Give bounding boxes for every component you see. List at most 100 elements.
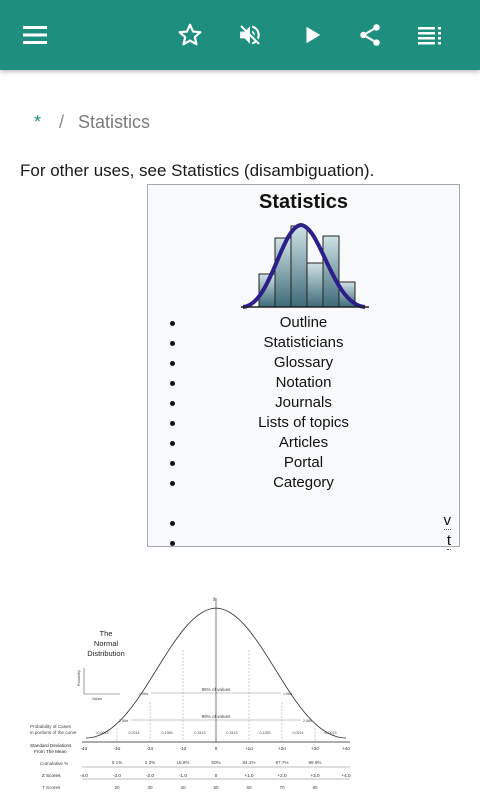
t-score: 30 — [147, 785, 153, 790]
play-button[interactable] — [294, 17, 330, 53]
pct99-label: 99% of values — [202, 714, 232, 719]
case-value: 0.1359 — [260, 731, 271, 735]
share-icon — [357, 22, 383, 48]
normal-distribution-figure: The Normal Distribution Probability Valu… — [30, 597, 351, 790]
list-item[interactable]: Articles — [148, 433, 459, 453]
mean-symbol: x̄ — [213, 597, 216, 603]
vte-talk-link[interactable]: t — [446, 532, 451, 550]
breadcrumb-home[interactable]: * — [34, 112, 41, 132]
infobox-item-lists-of-topics[interactable]: Lists of topics — [258, 414, 349, 431]
app-toolbar — [0, 0, 480, 70]
pct95-label: 95% of values — [202, 687, 232, 692]
cumulative-value: 99.9% — [308, 760, 321, 765]
t-score: 20 — [114, 785, 120, 790]
figure-title-line3: Distribution — [87, 649, 125, 658]
list-item[interactable]: Lists of topics — [148, 413, 459, 433]
sd-tick: -1σ — [180, 746, 187, 751]
cases-label-2: in portions of the curve — [30, 730, 77, 735]
hamburger-menu-icon — [22, 25, 48, 45]
case-value: 0.1359 — [162, 731, 173, 735]
t-score: 60 — [246, 785, 252, 790]
list-item[interactable]: Notation — [148, 373, 459, 393]
list-item[interactable]: Journals — [148, 393, 459, 413]
figure-title-line2: Normal — [94, 639, 119, 648]
table-of-contents-icon — [417, 25, 443, 45]
cumulative-label: Cumulative % — [40, 761, 68, 766]
infobox-item-journals[interactable]: Journals — [275, 394, 332, 411]
list-item[interactable]: Statisticians — [148, 333, 459, 353]
t-scores-label: T Scores — [42, 785, 61, 790]
z-score: +2.0 — [277, 773, 287, 778]
probability-axis-label: Probability — [77, 670, 81, 686]
sd-tick: -4σ — [81, 746, 88, 751]
sd-tick: +3σ — [311, 746, 319, 751]
cumulative-value: 15.9% — [176, 760, 189, 765]
z-score: -3.0 — [113, 773, 121, 778]
star-outline-icon — [177, 22, 203, 48]
cumulative-value: 97.7% — [275, 760, 288, 765]
histogram-bell-curve-image — [241, 222, 369, 309]
t-score: 70 — [279, 785, 285, 790]
navbox-vte: v t — [148, 512, 459, 553]
list-item[interactable]: Portal — [148, 453, 459, 473]
z-score: +4.0 — [341, 773, 351, 778]
z-score: +3.0 — [310, 773, 320, 778]
sd-label-1: Standard Deviations — [30, 743, 72, 748]
sd-tick: +4σ — [342, 746, 350, 751]
list-item[interactable]: Category — [148, 473, 459, 493]
marker-258-left: 2.58σ — [119, 719, 129, 723]
sd-tick: 0 — [215, 746, 218, 751]
marker-196-left: 1.96σ — [139, 692, 149, 696]
cases-label-1: Probability of Cases — [30, 724, 72, 729]
z-score: 0 — [215, 773, 218, 778]
list-item[interactable]: Outline — [148, 313, 459, 333]
breadcrumb-current: Statistics — [78, 112, 151, 132]
z-score: -2.0 — [146, 773, 154, 778]
sd-tick: -2σ — [147, 746, 154, 751]
infobox-item-category[interactable]: Category — [273, 474, 334, 491]
infobox-item-articles[interactable]: Articles — [279, 434, 328, 451]
toc-button[interactable] — [412, 17, 448, 53]
figure-title-line1: The — [100, 629, 113, 638]
sd-tick: +2σ — [278, 746, 286, 751]
cumulative-value: 2.3% — [145, 760, 155, 765]
breadcrumb: * / Statistics — [34, 112, 150, 133]
infobox-item-statisticians[interactable]: Statisticians — [263, 334, 343, 351]
list-item[interactable]: Glossary — [148, 353, 459, 373]
case-value: 0.0214 — [293, 731, 304, 735]
infobox-item-notation[interactable]: Notation — [276, 374, 332, 391]
infobox-item-outline[interactable]: Outline — [280, 314, 328, 331]
disambiguation-hatnote[interactable]: For other uses, see Statistics (disambig… — [20, 161, 374, 181]
sd-tick: +1σ — [245, 746, 253, 751]
infobox-title: Statistics — [259, 191, 348, 213]
case-value: 0.3413 — [227, 731, 238, 735]
cumulative-value: 50% — [211, 760, 220, 765]
infobox-item-glossary[interactable]: Glossary — [274, 354, 333, 371]
case-value: <0.0013 — [95, 731, 108, 735]
marker-258-right: 2.58σ — [303, 719, 313, 723]
t-score: 80 — [312, 785, 318, 790]
favorite-button[interactable] — [172, 17, 208, 53]
t-score: 40 — [180, 785, 186, 790]
sd-label-2: From The Mean — [34, 749, 67, 754]
mute-button[interactable] — [232, 17, 268, 53]
play-icon — [301, 24, 323, 46]
infobox-list: Outline Statisticians Glossary Notation … — [148, 313, 459, 493]
marker-196-right: 1.96σ — [283, 692, 293, 696]
vte-row: v — [148, 512, 459, 533]
vte-view-link[interactable]: v — [443, 512, 451, 530]
case-value: 0.3413 — [195, 731, 206, 735]
values-axis-label: Values — [92, 697, 102, 701]
share-button[interactable] — [352, 17, 388, 53]
cumulative-value: 0.1% — [112, 760, 122, 765]
infobox-item-portal[interactable]: Portal — [284, 454, 323, 471]
breadcrumb-separator: / — [59, 112, 65, 132]
cumulative-value: 84.1% — [242, 760, 255, 765]
case-value: 0.0214 — [129, 731, 140, 735]
case-value: <0.0013 — [323, 731, 336, 735]
menu-button[interactable] — [17, 17, 53, 53]
sd-tick: -3σ — [114, 746, 121, 751]
z-scores-label: Z Scores — [42, 773, 61, 778]
z-score: +1.0 — [244, 773, 254, 778]
vte-row: t — [148, 532, 459, 553]
